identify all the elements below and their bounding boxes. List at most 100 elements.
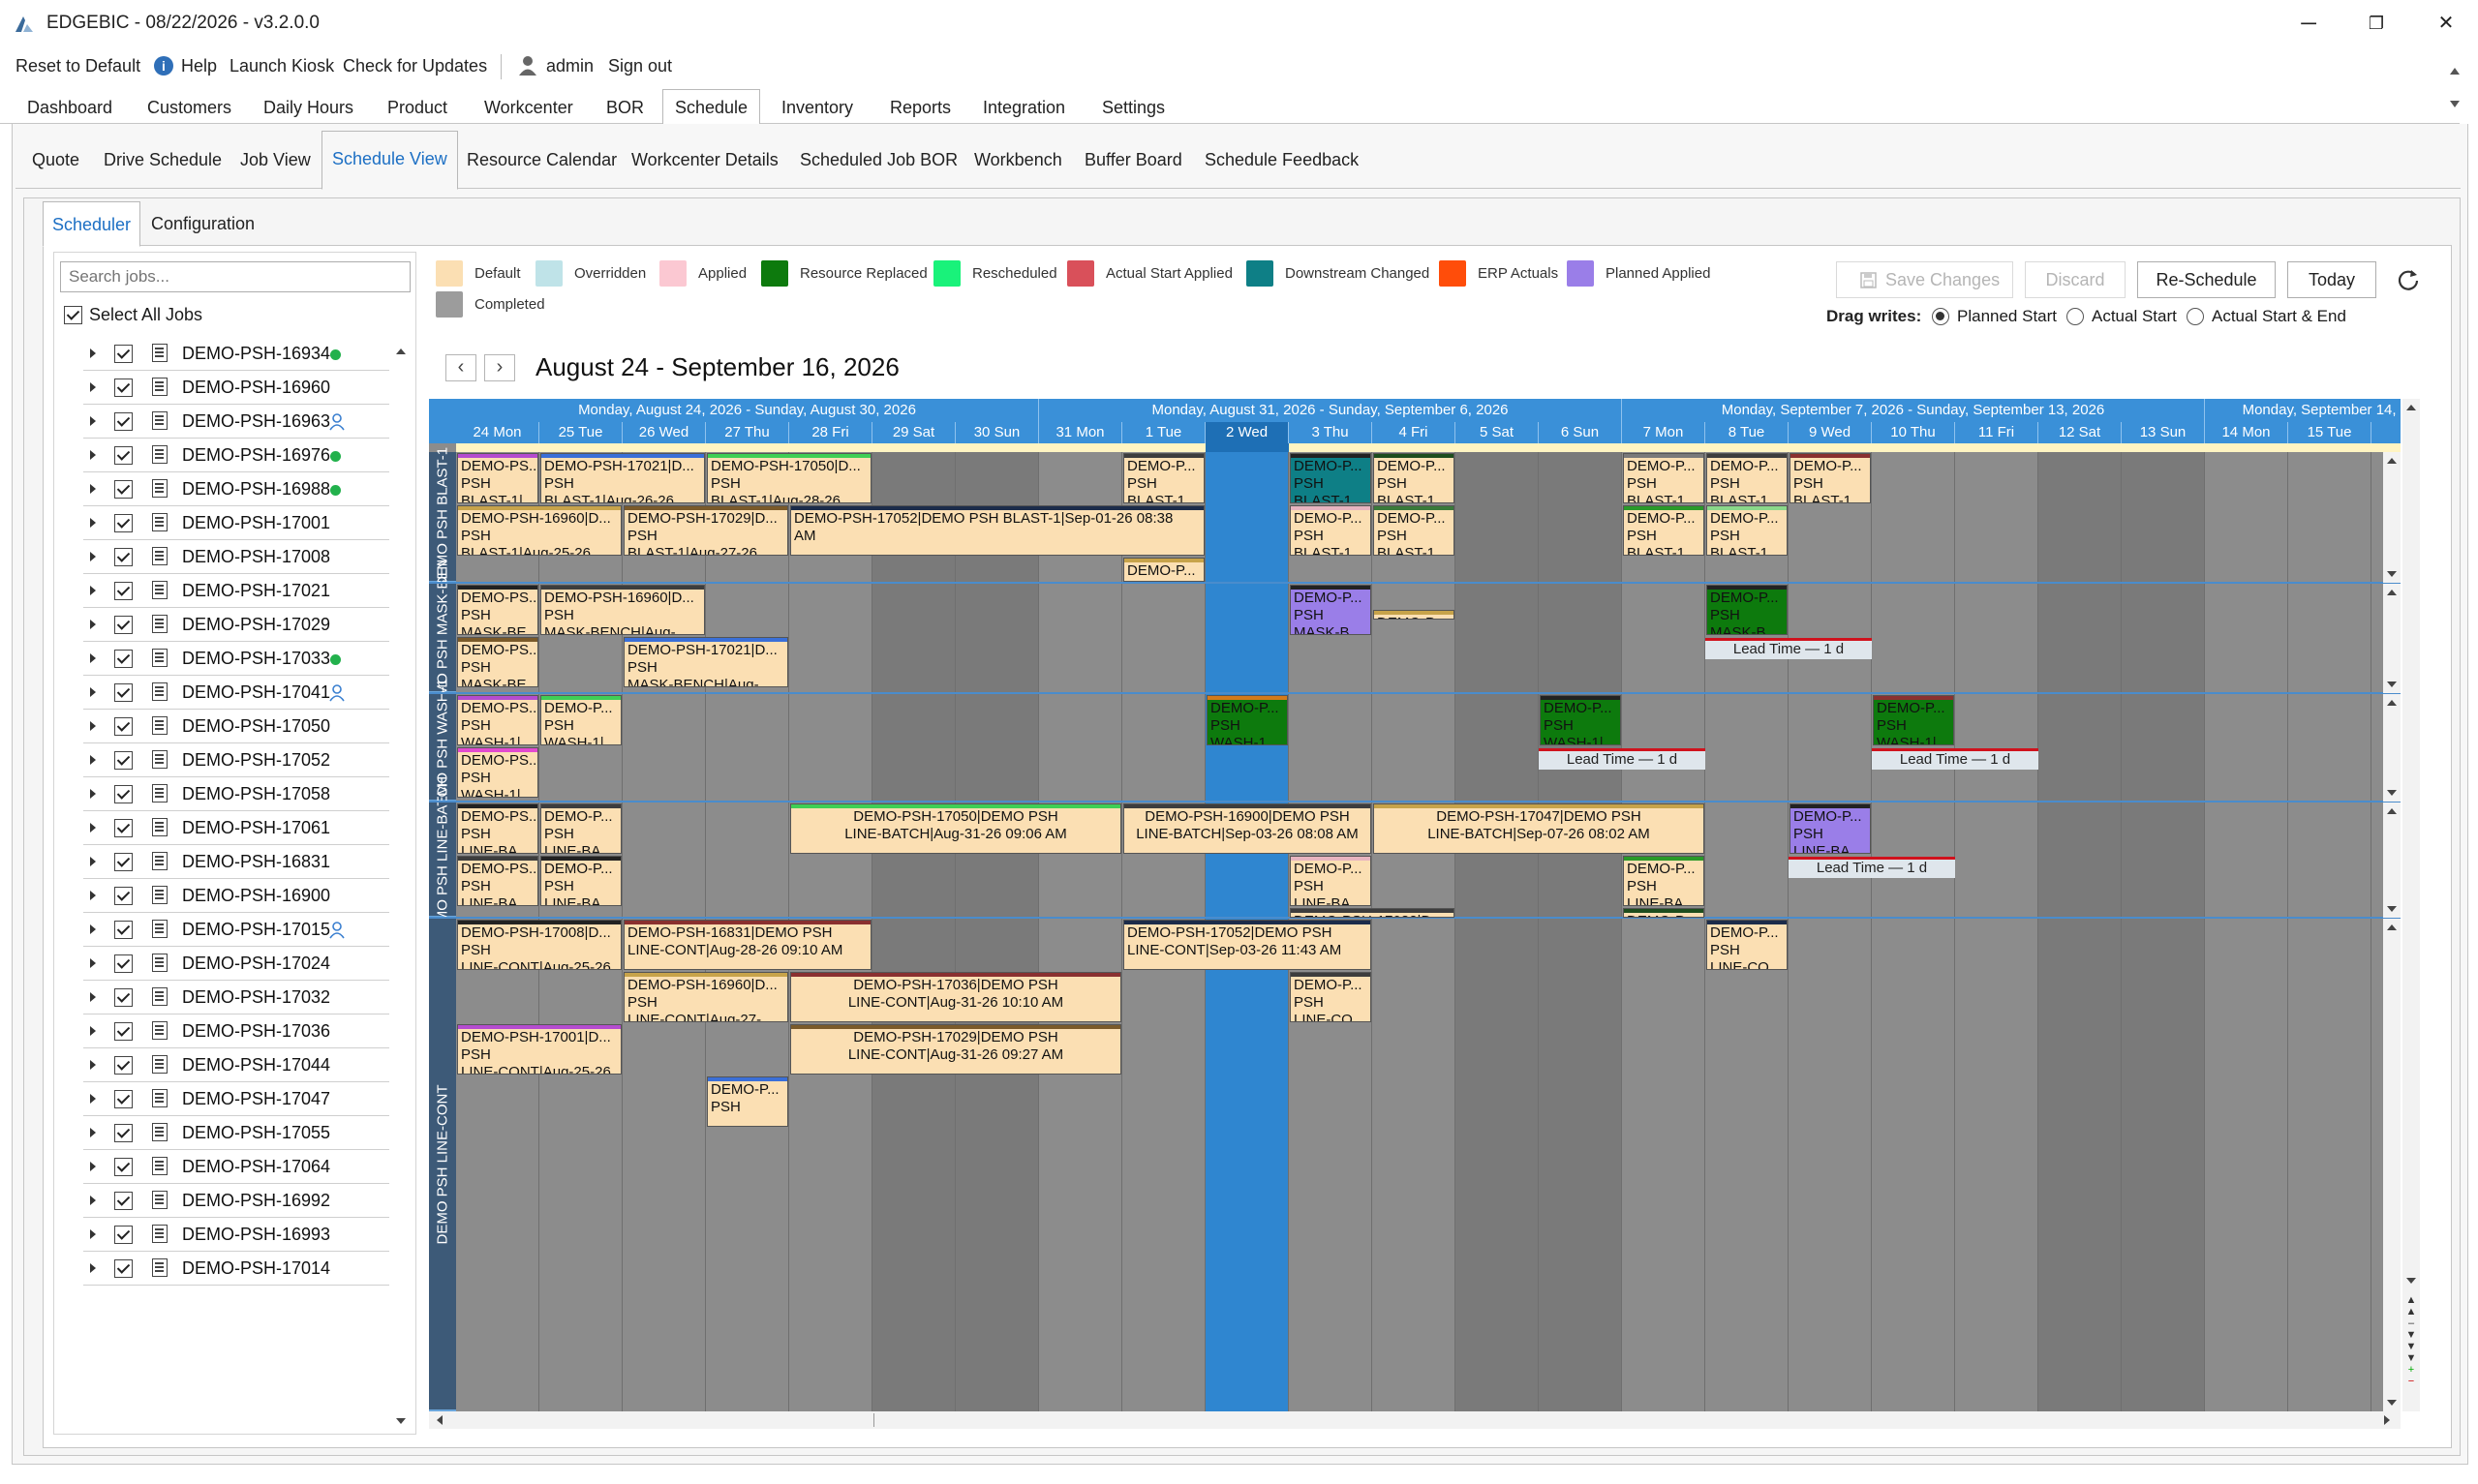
select-all-checkbox[interactable]	[64, 306, 82, 324]
subtab-job-view[interactable]: Job View	[240, 150, 311, 181]
day-column[interactable]	[2205, 451, 2288, 1411]
tab-workcenter[interactable]: Workcenter	[473, 93, 585, 124]
job-list-item[interactable]: DEMO-PSH-17008	[83, 540, 389, 574]
job-checkbox[interactable]	[114, 1192, 133, 1210]
tab-product[interactable]: Product	[376, 93, 459, 124]
zoom-controls[interactable]: ▲ ▲ – ▼ ▼ ▼ + −	[2405, 1294, 2417, 1387]
resource-row-scrollbar[interactable]	[2383, 584, 2401, 693]
scheduled-job-block[interactable]: DEMO-PSH-16960|D... PSH LINE-CONT|Aug-27-.…	[624, 972, 788, 1022]
job-checkbox[interactable]	[114, 1022, 133, 1041]
scheduled-job-block[interactable]: DEMO-PSH-17001|D... PSH LINE-CONT|Aug-25-2…	[457, 1024, 622, 1075]
scheduled-job-block[interactable]: DEMO-P...PSHBLAST-1...09:00 AM	[1623, 453, 1704, 503]
radio-planned-start[interactable]	[1932, 308, 1949, 325]
job-checkbox[interactable]	[114, 1259, 133, 1278]
scheduled-job-block[interactable]: DEMO-PSH-16831|DEMO PSH LINE-CONT|Aug-28-…	[624, 920, 872, 970]
next-period-button[interactable]: ›	[484, 354, 515, 381]
job-list-item[interactable]: DEMO-PSH-16988	[83, 472, 389, 506]
job-list-item[interactable]: DEMO-PSH-17044	[83, 1048, 389, 1082]
collapse-up-icon[interactable]	[2450, 68, 2460, 75]
job-checkbox[interactable]	[114, 548, 133, 566]
scheduled-job-block[interactable]: DEMO-PSH-16960|D...PSHBLAST-1|Aug-25-260…	[457, 505, 622, 556]
scheduled-job-block[interactable]: DEMO-P...PSHLINE-BA...12:10 PM	[540, 803, 622, 854]
expand-icon[interactable]	[90, 1060, 96, 1070]
expand-icon[interactable]	[90, 789, 96, 799]
expand-icon[interactable]	[90, 1128, 96, 1137]
scheduled-job-block[interactable]: DEMO-P...PSHWASH-1|...10:35 AM	[1873, 695, 1954, 745]
scheduled-job-block[interactable]: DEMO-P...PSHMASK-B...09:00 AM	[1706, 585, 1788, 635]
tab-configuration[interactable]: Configuration	[151, 214, 255, 234]
scheduled-job-block[interactable]: DEMO-PSH-17021|D...PSHBLAST-1|Aug-26-260…	[540, 453, 705, 503]
tab-scheduler[interactable]: Scheduler	[43, 201, 141, 247]
day-column[interactable]	[1789, 451, 1872, 1411]
refresh-icon[interactable]	[2396, 267, 2421, 292]
expand-icon[interactable]	[90, 1229, 96, 1239]
scheduled-job-block[interactable]: DEMO-P...PSHBLAST-1...09:04 AM	[1373, 453, 1454, 503]
job-checkbox[interactable]	[114, 412, 133, 431]
scheduled-job-block[interactable]: DEMO-P...PSHMASK-B...11:07 AM	[1290, 585, 1371, 635]
day-column[interactable]	[2122, 451, 2205, 1411]
job-checkbox[interactable]	[114, 616, 133, 634]
job-list-item[interactable]: DEMO-PSH-16960	[83, 371, 389, 405]
day-column[interactable]	[1372, 451, 1455, 1411]
job-checkbox[interactable]	[114, 1056, 133, 1075]
resource-row-scrollbar[interactable]	[2383, 803, 2401, 918]
scheduled-job-block[interactable]: DEMO-P...PSHLINE-BA...09:58 AM	[1623, 856, 1704, 906]
job-checkbox[interactable]	[114, 1124, 133, 1142]
job-list-item[interactable]: DEMO-PSH-17015	[83, 913, 389, 947]
day-column[interactable]	[1455, 451, 1539, 1411]
scheduled-job-block[interactable]: DEMO-PSH-17050|DEMO PSH LINE-BATCH|Aug-31…	[790, 803, 1121, 854]
scheduled-job-block[interactable]: DEMO-PSH-17021|D... PSH MASK-BENCH|Aug-...…	[624, 637, 788, 687]
expand-icon[interactable]	[90, 348, 96, 358]
day-column[interactable]	[956, 451, 1039, 1411]
scheduled-job-block[interactable]: DEMO-P...PSHLINE-BA...02:39 PM	[540, 856, 622, 906]
job-checkbox[interactable]	[114, 921, 133, 939]
scheduled-job-block[interactable]: DEMO-P...PSH	[1623, 908, 1704, 918]
job-list-item[interactable]: DEMO-PSH-17014	[83, 1252, 389, 1286]
job-list-item[interactable]: DEMO-PSH-17036	[83, 1015, 389, 1048]
expand-icon[interactable]	[90, 552, 96, 561]
scheduled-job-block[interactable]: DEMO-P...PSHWASH-1...12:39 PM	[1207, 695, 1288, 745]
close-button[interactable]: ✕	[2427, 8, 2465, 39]
job-list-item[interactable]: DEMO-PSH-17021	[83, 574, 389, 608]
subtab-resource-calendar[interactable]: Resource Calendar	[467, 150, 617, 181]
job-checkbox[interactable]	[114, 683, 133, 702]
tab-schedule[interactable]: Schedule	[662, 89, 761, 125]
job-checkbox[interactable]	[114, 954, 133, 973]
prev-period-button[interactable]: ‹	[445, 354, 476, 381]
maximize-button[interactable]: ❐	[2357, 8, 2396, 39]
expand-icon[interactable]	[90, 416, 96, 426]
job-checkbox[interactable]	[114, 514, 133, 532]
scheduled-job-block[interactable]: DEMO-P...PSHLINE-BA...01:53 PM	[1290, 856, 1371, 906]
tab-settings[interactable]: Settings	[1090, 93, 1177, 124]
job-checkbox[interactable]	[114, 1090, 133, 1108]
expand-icon[interactable]	[90, 450, 96, 460]
tab-bor[interactable]: BOR	[595, 93, 656, 124]
job-checkbox[interactable]	[114, 785, 133, 803]
scheduled-job-block[interactable]: DEMO-PSH-17032|D...PSH	[1290, 908, 1454, 918]
help-button[interactable]: Help	[181, 56, 217, 76]
expand-icon[interactable]	[90, 518, 96, 528]
expand-icon[interactable]	[90, 857, 96, 866]
subtab-workcenter-details[interactable]: Workcenter Details	[631, 150, 779, 181]
scheduled-job-block[interactable]: DEMO-PSH-17029|D...PSHBLAST-1|Aug-27-260…	[624, 505, 788, 556]
job-list-item[interactable]: DEMO-PSH-17047	[83, 1082, 389, 1116]
sign-out-button[interactable]: Sign out	[608, 56, 672, 76]
job-list-item[interactable]: DEMO-PSH-17055	[83, 1116, 389, 1150]
subtab-scheduled-job-bor[interactable]: Scheduled Job BOR	[800, 150, 958, 181]
scheduled-job-block[interactable]: DEMO-PS...PSHMASK-BE...09:00 AM	[457, 585, 538, 635]
scheduled-job-block[interactable]: DEMO-P...PSHBLAST-1...12:50 PM	[1123, 558, 1205, 582]
scheduled-job-block[interactable]: DEMO-P...PSHBLAST-1...11:31 AM	[1373, 505, 1454, 556]
job-list-item[interactable]: DEMO-PSH-17032	[83, 981, 389, 1015]
job-checkbox[interactable]	[114, 582, 133, 600]
job-list-item[interactable]: DEMO-PSH-17024	[83, 947, 389, 981]
expand-icon[interactable]	[90, 755, 96, 765]
scheduled-job-block[interactable]: DEMO-PS...PSHWASH-1|...10:30 AM	[457, 695, 538, 745]
grid-vertical-scrollbar[interactable]: ▲ ▲ – ▼ ▼ ▼ + −	[2402, 399, 2420, 1411]
radio-actual-start-end[interactable]	[2187, 308, 2204, 325]
job-checkbox[interactable]	[114, 988, 133, 1007]
job-checkbox[interactable]	[114, 1158, 133, 1176]
expand-icon[interactable]	[90, 958, 96, 968]
scheduled-job-block[interactable]: DEMO-P...PSH	[707, 1076, 788, 1127]
job-list-item[interactable]: DEMO-PSH-17061	[83, 811, 389, 845]
resource-row-scrollbar[interactable]	[2383, 694, 2401, 802]
